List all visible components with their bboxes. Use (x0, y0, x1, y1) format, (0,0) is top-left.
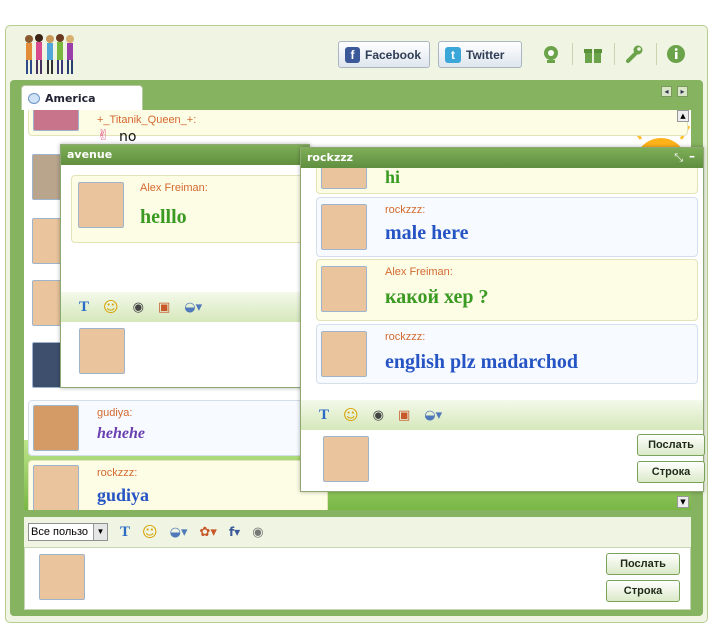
gift-icon[interactable]: ▣ (398, 408, 410, 423)
avenue-toolbar: T ☺ ◉ ▣ ◒▾ (61, 292, 309, 322)
sound-icon[interactable]: ◉ (252, 525, 263, 540)
list-item: gudiya: hehehe (28, 400, 328, 456)
webcam-icon[interactable]: ◉ (373, 408, 384, 423)
avatar (323, 436, 369, 482)
list-item: +_Titanik_Queen_+: ✌ no (28, 110, 688, 145)
message-text: hehehe (97, 425, 145, 442)
line-button[interactable]: Строка (637, 461, 705, 483)
message-text: gudiya (97, 485, 150, 505)
divider (656, 43, 657, 65)
scroll-up-button[interactable]: ▲ (677, 110, 689, 122)
chevron-down-icon: ▼ (93, 524, 107, 540)
smiley-icon[interactable]: ☺ (103, 298, 119, 316)
list-item: Alex Freiman: helllo (71, 175, 307, 243)
wrench-settings-icon[interactable] (624, 43, 646, 65)
avatar (79, 328, 125, 374)
people-logo-icon (25, 34, 74, 74)
rockzzz-toolbar: T ☺ ◉ ▣ ◒▾ (301, 400, 703, 430)
speech-bubble-icon (28, 92, 40, 104)
gift-icon[interactable]: ▣ (158, 300, 170, 315)
scroll-down-button[interactable]: ▼ (677, 496, 689, 508)
minimize-icon[interactable]: – (689, 149, 695, 163)
peace-hand-icon: ✌ (97, 126, 110, 144)
list-item: hi (316, 168, 698, 194)
send-button[interactable]: Послать (606, 553, 680, 575)
text-format-icon[interactable]: T (120, 524, 130, 541)
list-item: Alex Freiman: какой хер ? (316, 259, 698, 321)
avatar (321, 266, 367, 312)
line-button[interactable]: Строка (606, 580, 680, 602)
private-window-rockzzz: rockzzz ⤡ – hi rockzzz: male here Alex F… (300, 147, 705, 492)
window-title[interactable]: avenue (61, 145, 309, 165)
twitter-icon: t (445, 46, 461, 63)
divider (614, 43, 615, 65)
message-text: no (119, 129, 137, 145)
list-item: rockzzz: male here (316, 197, 698, 257)
window-title[interactable]: rockzzz (301, 148, 703, 168)
facebook-share-icon[interactable]: f▾ (229, 525, 240, 539)
avatar (78, 182, 124, 228)
palette-icon[interactable]: ✿▾ (200, 525, 217, 540)
message-nick: gudiya: (97, 407, 133, 419)
divider (572, 43, 573, 65)
bubble-menu-icon[interactable]: ◒▾ (170, 525, 188, 540)
facebook-button[interactable]: f Facebook (338, 41, 430, 68)
tab-label: America (45, 91, 96, 105)
bubble-menu-icon[interactable]: ◒▾ (424, 408, 442, 423)
tab-next-button[interactable]: ▸ (677, 86, 688, 97)
message-text: english plz madarchod (385, 351, 578, 373)
info-icon[interactable] (665, 43, 687, 65)
collapse-icon[interactable]: ⤡ (674, 151, 683, 165)
message-input[interactable] (24, 547, 691, 610)
avenue-message-input[interactable] (61, 322, 309, 387)
tab-america[interactable]: America (21, 85, 143, 110)
webcam-icon[interactable] (540, 43, 562, 65)
message-nick: Alex Freiman: (140, 182, 208, 194)
recipient-select-value: Все пользо (31, 526, 89, 538)
avatar (321, 331, 367, 377)
message-nick: rockzzz: (97, 467, 138, 479)
avatar (33, 405, 79, 451)
list-item: rockzzz: gudiya (28, 460, 328, 510)
facebook-label: Facebook (364, 47, 421, 62)
gift-icon[interactable] (582, 43, 604, 65)
bubble-menu-icon[interactable]: ◒▾ (184, 300, 202, 315)
message-nick: +_Titanik_Queen_+: (97, 114, 197, 126)
message-text: какой хер ? (385, 286, 489, 308)
avatar (321, 168, 367, 189)
tab-prev-button[interactable]: ◂ (661, 86, 672, 97)
message-nick: rockzzz: (385, 331, 426, 343)
message-text: male here (385, 222, 469, 244)
webcam-icon[interactable]: ◉ (133, 300, 144, 315)
main-toolbar: Все пользо ▼ T ☺ ◒▾ ✿▾ f▾ ◉ (24, 517, 691, 547)
private-window-avenue: avenue Alex Freiman: helllo T ☺ ◉ ▣ ◒▾ (60, 144, 310, 388)
text-format-icon[interactable]: T (319, 407, 329, 424)
message-nick: Alex Freiman: (385, 266, 453, 278)
avatar (33, 110, 79, 131)
message-text: helllo (140, 206, 187, 228)
smiley-icon[interactable]: ☺ (343, 406, 359, 424)
message-nick: rockzzz: (385, 204, 426, 216)
text-format-icon[interactable]: T (79, 299, 89, 316)
list-item: rockzzz: english plz madarchod (316, 324, 698, 384)
smiley-icon[interactable]: ☺ (142, 523, 158, 541)
twitter-button[interactable]: t Twitter (438, 41, 522, 68)
facebook-icon: f (345, 46, 360, 63)
recipient-select[interactable]: Все пользо ▼ (28, 523, 108, 541)
avatar (33, 465, 79, 510)
avatar (321, 204, 367, 250)
rockzzz-messages: hi rockzzz: male here Alex Freiman: како… (301, 168, 703, 390)
avatar (39, 554, 85, 600)
message-text: hi (385, 168, 401, 187)
twitter-label: Twitter (466, 47, 505, 62)
send-button[interactable]: Послать (637, 434, 705, 456)
top-bar: f Facebook t Twitter (6, 26, 707, 80)
